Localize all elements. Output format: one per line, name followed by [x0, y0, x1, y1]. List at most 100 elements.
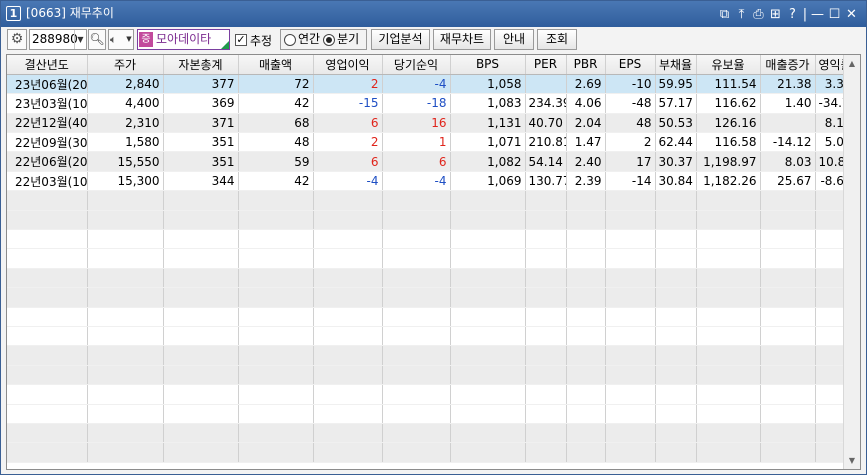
table-cell [605, 345, 656, 366]
table-cell [163, 190, 239, 211]
table-cell [655, 268, 697, 289]
column-header[interactable]: 매출액 [238, 55, 314, 75]
table-cell: 210.81 [525, 132, 567, 153]
column-header[interactable]: 유보율 [696, 55, 761, 75]
vertical-scrollbar[interactable]: ▲ ▼ [843, 55, 860, 469]
table-cell: 2,840 [87, 74, 164, 95]
column-header[interactable]: 매출증가 [760, 55, 816, 75]
table-cell [450, 326, 526, 347]
maximize-icon[interactable]: ☐ [826, 6, 843, 23]
table-cell [566, 404, 606, 424]
settings-button[interactable]: ⚙ [7, 29, 27, 50]
table-cell [525, 423, 567, 444]
table-cell: 1,071 [450, 132, 526, 153]
table-cell [313, 423, 383, 444]
table-row[interactable]: 22년06월(20) 15,550 351 59 6 6 1,082 54.14 2.40 17 3… [7, 151, 856, 172]
toolbar: ⚙ 288980 ▼ 🔍︎ 🔈︎ ▼ 증 모아데이타 ✓ 추정 연간 분기 기업… [1, 27, 866, 52]
table-row[interactable]: 22년09월(30)1,58035148211,071210.811.47262… [7, 132, 856, 153]
scroll-up-icon[interactable]: ▲ [844, 55, 860, 72]
table-cell [382, 210, 451, 231]
print-icon[interactable]: ⎙ [750, 6, 767, 23]
company-name-field[interactable]: 증 모아데이타 [137, 29, 230, 50]
table-cell [450, 210, 526, 231]
company-analysis-button[interactable]: 기업분석 [371, 29, 430, 50]
column-header[interactable]: 영업이익 [313, 55, 383, 75]
table-cell: 17 [605, 151, 656, 172]
table-cell [7, 326, 88, 347]
table-cell [760, 423, 816, 444]
query-button[interactable]: 조회 [537, 29, 577, 50]
column-header[interactable]: 당기순익 [382, 55, 451, 75]
table-cell [382, 384, 451, 405]
table-cell: 15,300 [87, 171, 164, 192]
table-cell [605, 248, 656, 269]
column-header[interactable]: 자본총계 [163, 55, 239, 75]
table-cell [760, 248, 816, 269]
table-cell: 59.95 [655, 74, 697, 95]
search-button[interactable]: 🔍︎ [88, 29, 106, 50]
radio-annual[interactable] [284, 33, 296, 46]
column-header[interactable]: PER [525, 55, 567, 75]
sound-button[interactable]: 🔈︎ ▼ [108, 29, 134, 50]
table-cell [450, 365, 526, 386]
table-cell [605, 287, 656, 308]
memo-icon[interactable]: ⊞ [767, 6, 784, 23]
table-cell [382, 307, 451, 327]
table-cell [7, 287, 88, 308]
financial-grid[interactable]: 결산년도 주가 자본총계 매출액 영업이익 당기순익 BPS PER PBR EPS 부채율 유보율 매… [6, 54, 861, 470]
financial-chart-button[interactable]: 재무차트 [433, 29, 491, 50]
help-icon[interactable]: ? [784, 6, 801, 23]
table-cell [450, 268, 526, 289]
table-cell [382, 287, 451, 308]
column-header[interactable]: BPS [450, 55, 526, 75]
column-header[interactable]: 결산년도 [7, 55, 88, 75]
table-cell: 30.84 [655, 171, 697, 192]
minimize-icon[interactable]: — [809, 6, 826, 23]
guide-button[interactable]: 안내 [494, 29, 534, 50]
estimate-checkbox[interactable]: ✓ 추정 [235, 31, 272, 49]
restore-icon[interactable]: ⧉ [716, 6, 733, 23]
table-cell [605, 307, 656, 327]
table-cell: 25.67 [760, 171, 816, 192]
chevron-down-icon[interactable]: ▼ [74, 30, 86, 49]
column-header[interactable]: PBR [566, 55, 606, 75]
table-cell [313, 268, 383, 289]
table-cell [760, 307, 816, 327]
table-row[interactable]: 23년06월(20) 2,840 377 72 2 -4 1,058 2.69 -10 59.95… [7, 74, 856, 95]
table-cell [238, 210, 314, 231]
column-header[interactable]: EPS [605, 55, 656, 75]
table-row [7, 384, 856, 405]
table-row [7, 442, 856, 463]
table-cell [655, 345, 697, 366]
table-cell [760, 345, 816, 366]
table-cell [655, 287, 697, 308]
table-cell [313, 210, 383, 231]
column-header[interactable]: 주가 [87, 55, 164, 75]
table-row[interactable]: 22년03월(10)15,30034442-4-41,069130.772.39… [7, 171, 856, 192]
table-cell: -48 [605, 93, 656, 114]
close-icon[interactable]: ✕ [843, 6, 860, 23]
table-cell: 22년12월(40) [7, 113, 88, 134]
title-bar[interactable]: 1 [0663] 재무추이 ⧉ ⤒ ⎙ ⊞ ? | — ☐ ✕ [1, 1, 866, 27]
radio-quarter[interactable] [323, 33, 336, 46]
table-cell [163, 210, 239, 231]
scroll-down-icon[interactable]: ▼ [844, 452, 860, 469]
table-cell [525, 74, 567, 95]
table-cell [655, 229, 697, 250]
chevron-down-icon[interactable]: ▼ [125, 30, 133, 49]
table-cell [87, 345, 164, 366]
checkbox-icon[interactable]: ✓ [235, 34, 247, 46]
table-row[interactable]: 23년03월(10)4,40036942-15-181,083234.394.0… [7, 93, 856, 114]
table-cell [313, 442, 383, 463]
table-cell [163, 345, 239, 366]
pin-top-icon[interactable]: ⤒ [733, 6, 750, 23]
column-header[interactable]: 부채율 [655, 55, 697, 75]
table-cell [605, 229, 656, 250]
table-cell [696, 229, 761, 250]
table-cell [238, 229, 314, 250]
stock-code-input[interactable]: 288980 ▼ [29, 29, 87, 50]
table-cell: 2 [313, 132, 383, 153]
table-cell [87, 210, 164, 231]
table-cell [163, 423, 239, 444]
table-row[interactable]: 22년12월(40) 2,310 371 68 6 16 1,131 40.70 2.04 48 5… [7, 113, 856, 134]
